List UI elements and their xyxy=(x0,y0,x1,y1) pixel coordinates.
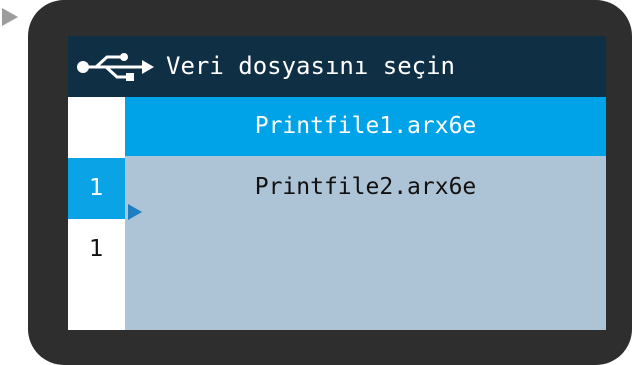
counter-cell-empty xyxy=(68,97,125,158)
file-item-printfile1[interactable]: Printfile1.arx6e xyxy=(125,97,606,156)
counter-cell-active: 1 xyxy=(68,158,125,219)
file-item-printfile2[interactable]: Printfile2.arx6e xyxy=(125,158,606,217)
device-screen: Veri dosyasını seçin 1 1 Printfile1.arx6… xyxy=(68,36,606,330)
pointer-marker-icon xyxy=(2,8,18,26)
file-list: Printfile1.arx6e Printfile2.arx6e xyxy=(125,97,606,330)
usb-icon xyxy=(77,53,154,81)
title-bar: Veri dosyasını seçin xyxy=(68,36,606,97)
cursor-pointer-icon xyxy=(128,204,142,220)
counter-column: 1 1 xyxy=(68,97,125,330)
counter-cell: 1 xyxy=(89,236,104,262)
page-title: Veri dosyasını seçin xyxy=(166,52,455,80)
